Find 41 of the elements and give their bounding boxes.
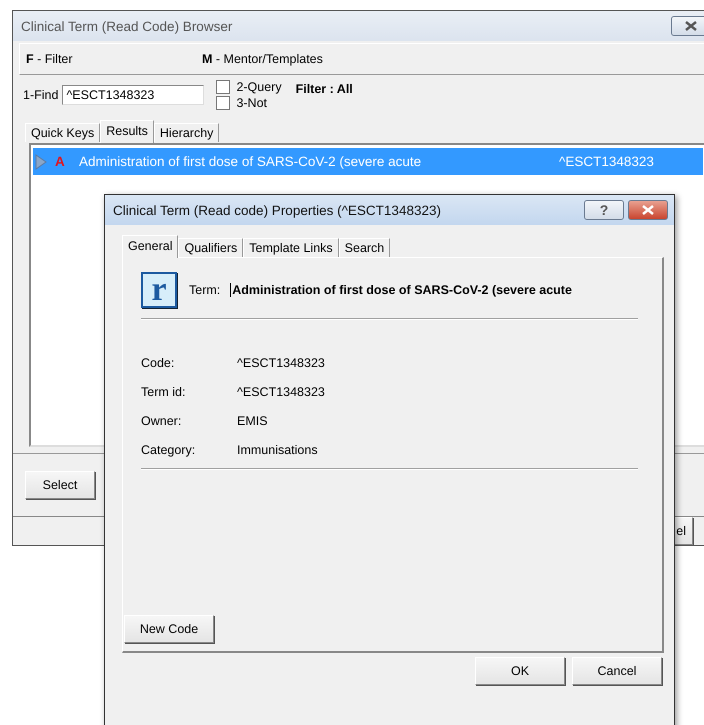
checkbox-label: 2-Query [236,80,282,94]
tab[interactable]: Qualifiers [178,238,244,257]
field-label: Term id: [141,384,186,398]
find-label: 1-Find [23,88,58,102]
field-value: EMIS [237,414,268,428]
field-value: ^ESCT1348323 [237,356,325,370]
close-icon [642,205,654,215]
cancel-button[interactable]: Cancel [572,657,662,685]
close-button[interactable] [628,200,668,220]
read-code-logo: r [141,272,177,308]
close-icon [685,21,697,31]
tab[interactable]: Template Links [243,238,339,257]
term-field[interactable]: Administration of first dose of SARS-CoV-2 (severe acute [230,283,572,297]
window-title: Clinical Term (Read Code) Browser [21,18,234,34]
find-field[interactable]: ^ESCT1348323 [62,85,204,105]
ok-button[interactable]: OK [475,657,565,685]
filter-label: Filter : All [296,82,353,96]
tab[interactable]: General [122,235,178,258]
checkbox[interactable] [216,96,230,110]
field-value: Immunisations [237,442,318,456]
menu-item[interactable]: F - Filter [20,52,196,66]
term-label: Term: [189,283,220,297]
field-label: Code: [141,356,176,370]
tab[interactable]: Search [338,238,390,257]
code-text: ^ESCT1348323 [559,154,654,169]
menu-item[interactable]: M - Mentor/Templates [196,52,502,66]
field-value: ^ESCT1348323 [237,384,325,398]
checkbox-label: 3-Not [236,96,268,110]
new-code-button[interactable]: New Code [124,615,214,643]
tab[interactable]: Quick Keys [25,123,100,142]
field-label: Owner: [141,414,182,428]
tab[interactable]: Results [100,120,154,143]
tab[interactable]: Hierarchy [154,123,220,142]
checkbox[interactable] [216,80,230,94]
field-label: Category: [141,442,196,456]
status-letter: A [55,154,66,169]
term-text: Administration of first dose of SARS-CoV-2 (severe acute [79,154,422,169]
help-button[interactable]: ? [584,200,624,220]
select-button[interactable]: Select [25,471,95,499]
dialog-title: Clinical Term (Read code) Properties (^ESCT1348323) [113,202,442,218]
close-button[interactable] [671,16,704,36]
